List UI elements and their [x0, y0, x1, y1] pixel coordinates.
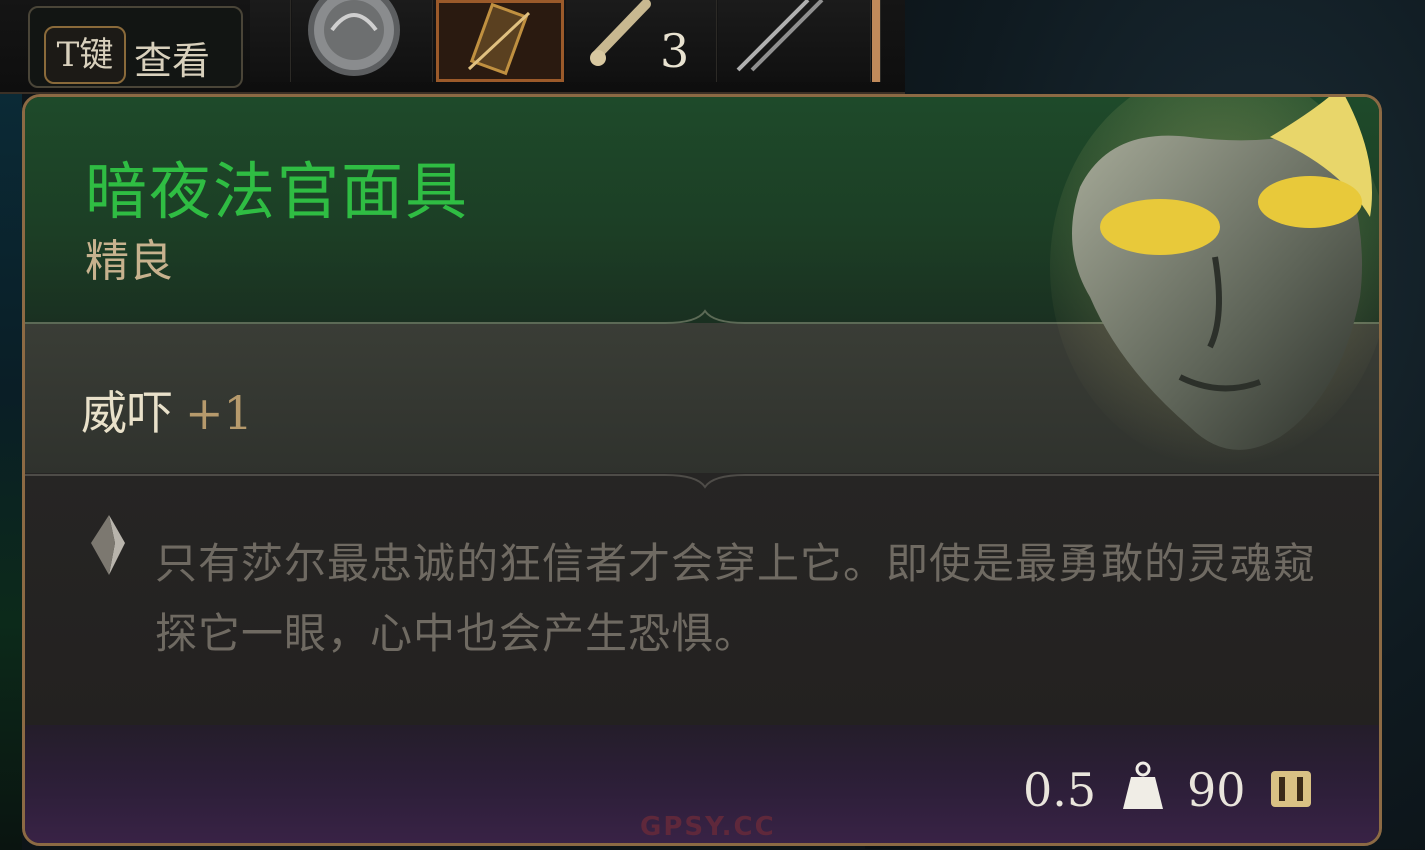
background-scenery-left — [0, 90, 22, 850]
stat-value: +1 — [185, 386, 253, 440]
hotbar-divider — [872, 0, 881, 82]
hotbar: 3 T键 查看 — [0, 0, 905, 94]
item-rarity: 精良 — [85, 236, 173, 287]
orb-icon — [308, 0, 400, 76]
bone-icon — [590, 0, 651, 66]
item-tooltip: 暗夜法官面具 精良 威吓 +1 只有莎尔最忠诚的狂信者才会穿上它。即使是最勇敢的灵… — [22, 94, 1382, 846]
stat-line: 威吓 +1 — [81, 377, 253, 443]
inspect-hint: T键 查看 — [28, 6, 243, 88]
item-price: 90 — [1187, 763, 1246, 817]
inspect-label: 查看 — [134, 39, 211, 83]
stack-count: 3 — [660, 24, 690, 78]
hotbar-slot-bone[interactable] — [566, 0, 717, 82]
mask-icon — [1050, 97, 1379, 467]
item-weight: 0.5 — [1023, 763, 1097, 817]
hotbar-slot-orb[interactable] — [292, 0, 433, 82]
watermark: GPSY.CC — [640, 812, 776, 842]
quote-marker-icon — [91, 515, 125, 575]
weight-icon — [1123, 761, 1163, 809]
hotbar-slot[interactable] — [250, 0, 291, 82]
stat-name: 威吓 — [81, 386, 173, 440]
hotbar-slot-lantern[interactable] — [436, 0, 564, 82]
item-name: 暗夜法官面具 — [85, 155, 470, 228]
item-description: 只有莎尔最忠诚的狂信者才会穿上它。即使是最勇敢的灵魂窥探它一眼，心中也会产生恐惧… — [155, 539, 1317, 658]
lantern-icon — [467, 2, 531, 76]
needles-icon — [736, 0, 824, 72]
key-cap-t[interactable]: T键 — [44, 26, 126, 84]
hotbar-slot-needles[interactable] — [718, 0, 871, 82]
gold-coin-icon — [1271, 771, 1311, 807]
